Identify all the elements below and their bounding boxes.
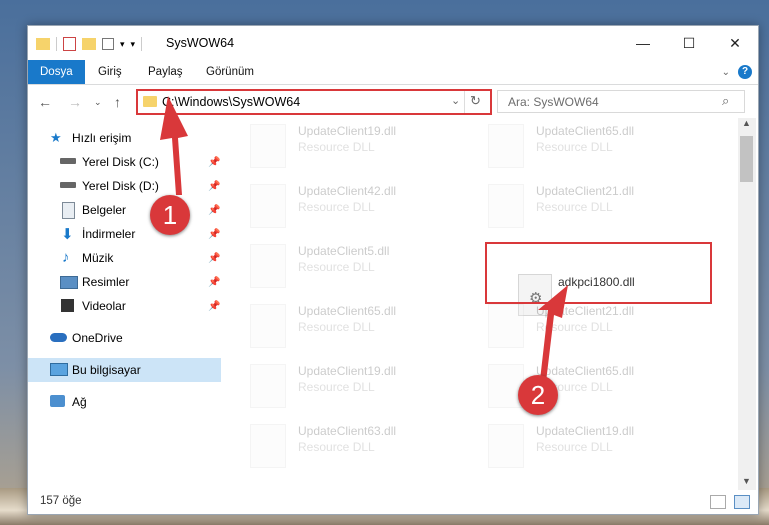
arrow-to-address-bar: [160, 96, 188, 195]
arrow-to-file: [538, 285, 568, 382]
annotation-arrows: [160, 96, 568, 382]
step-1-badge: 1: [150, 195, 190, 235]
step-2-badge: 2: [518, 375, 558, 415]
